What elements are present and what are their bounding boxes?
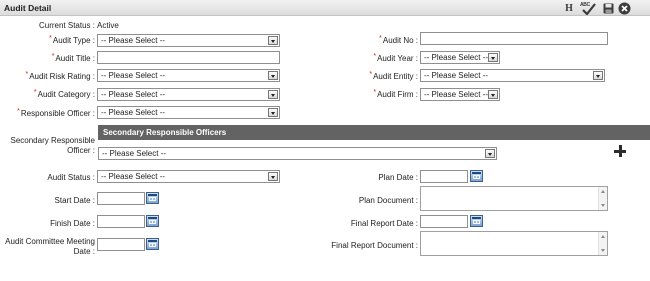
calendar-icon[interactable] [470, 170, 483, 182]
audit-category-label: *Audit Category : [33, 89, 95, 99]
calendar-icon[interactable] [146, 238, 159, 250]
chevron-down-icon [488, 90, 498, 99]
close-button[interactable] [617, 1, 631, 15]
final-report-date-label: Final Report Date : [350, 219, 418, 228]
calendar-icon[interactable] [146, 192, 159, 204]
final-report-date-input[interactable] [420, 215, 468, 228]
scroll-up-icon [601, 190, 605, 193]
scrollbar[interactable] [598, 187, 607, 210]
chevron-down-icon [268, 90, 278, 99]
audit-no-input[interactable] [420, 32, 608, 45]
finish-date-input[interactable] [97, 215, 145, 228]
chevron-down-icon [593, 71, 603, 80]
final-report-document-textarea[interactable] [420, 231, 608, 256]
audit-no-label: *Audit No : [379, 35, 418, 45]
scroll-up-icon [601, 235, 605, 238]
audit-type-select[interactable]: -- Please Select -- [97, 34, 280, 47]
audit-status-select[interactable]: -- Please Select -- [97, 170, 280, 183]
plus-icon[interactable] [614, 145, 626, 157]
start-date-label: Start Date : [54, 196, 95, 205]
audit-entity-select[interactable]: -- Please Select -- [420, 69, 605, 82]
audit-year-label: *Audit Year : [373, 53, 418, 63]
finish-date-label: Finish Date : [50, 219, 95, 228]
audit-committee-meeting-date-label: Audit Committee Meeting Date : [5, 237, 95, 256]
audit-type-label: *Audit Type : [49, 35, 95, 45]
audit-category-select[interactable]: -- Please Select -- [97, 88, 280, 101]
audit-entity-label: *Audit Entity : [369, 71, 418, 81]
chevron-down-icon [268, 36, 278, 45]
audit-title-label: *Audit Title : [51, 53, 95, 63]
history-icon: H [565, 2, 573, 14]
scrollbar[interactable] [598, 232, 607, 255]
audit-committee-meeting-date-input[interactable] [97, 238, 145, 251]
secondary-responsible-officer-select[interactable]: -- Please Select -- [98, 147, 497, 160]
audit-year-select[interactable]: -- Please Select -- [420, 51, 500, 64]
save-button[interactable] [601, 1, 615, 15]
scroll-down-icon [601, 249, 605, 252]
plan-document-label: Plan Document : [358, 196, 418, 205]
audit-title-input[interactable] [97, 51, 280, 64]
audit-risk-rating-select[interactable]: -- Please Select -- [97, 69, 280, 82]
chevron-down-icon [485, 149, 495, 158]
chevron-down-icon [268, 172, 278, 181]
chevron-down-icon [268, 108, 278, 117]
calendar-icon[interactable] [470, 215, 483, 227]
audit-status-label: Audit Status : [47, 173, 95, 182]
responsible-officer-label: *Responsible Officer : [17, 108, 95, 118]
audit-firm-label: *Audit Firm : [373, 89, 418, 99]
current-status-value: Active [97, 21, 119, 30]
scroll-down-icon [601, 204, 605, 207]
history-button[interactable]: H [563, 1, 575, 15]
chevron-down-icon [488, 53, 498, 62]
audit-firm-select[interactable]: -- Please Select -- [420, 88, 500, 101]
window-title: Audit Detail [4, 3, 52, 13]
spellcheck-icon: ABC [579, 1, 597, 15]
plan-date-input[interactable] [420, 170, 468, 183]
save-icon [603, 3, 613, 13]
current-status-label: Current Status : [38, 21, 95, 30]
chevron-down-icon [268, 71, 278, 80]
spellcheck-button[interactable]: ABC [579, 1, 597, 15]
plan-date-label: Plan Date : [378, 173, 418, 182]
audit-risk-rating-label: *Audit Risk Rating : [25, 71, 95, 81]
start-date-input[interactable] [97, 192, 145, 205]
final-report-document-label: Final Report Document : [331, 241, 418, 250]
close-icon [618, 2, 630, 14]
title-bar: Audit Detail H ABC [0, 0, 650, 16]
plan-document-textarea[interactable] [420, 186, 608, 211]
calendar-icon[interactable] [146, 215, 159, 227]
secondary-officers-header: Secondary Responsible Officers [98, 125, 650, 140]
responsible-officer-select[interactable]: -- Please Select -- [97, 106, 280, 119]
secondary-responsible-officer-label: Secondary Responsible Officer : [10, 136, 96, 155]
